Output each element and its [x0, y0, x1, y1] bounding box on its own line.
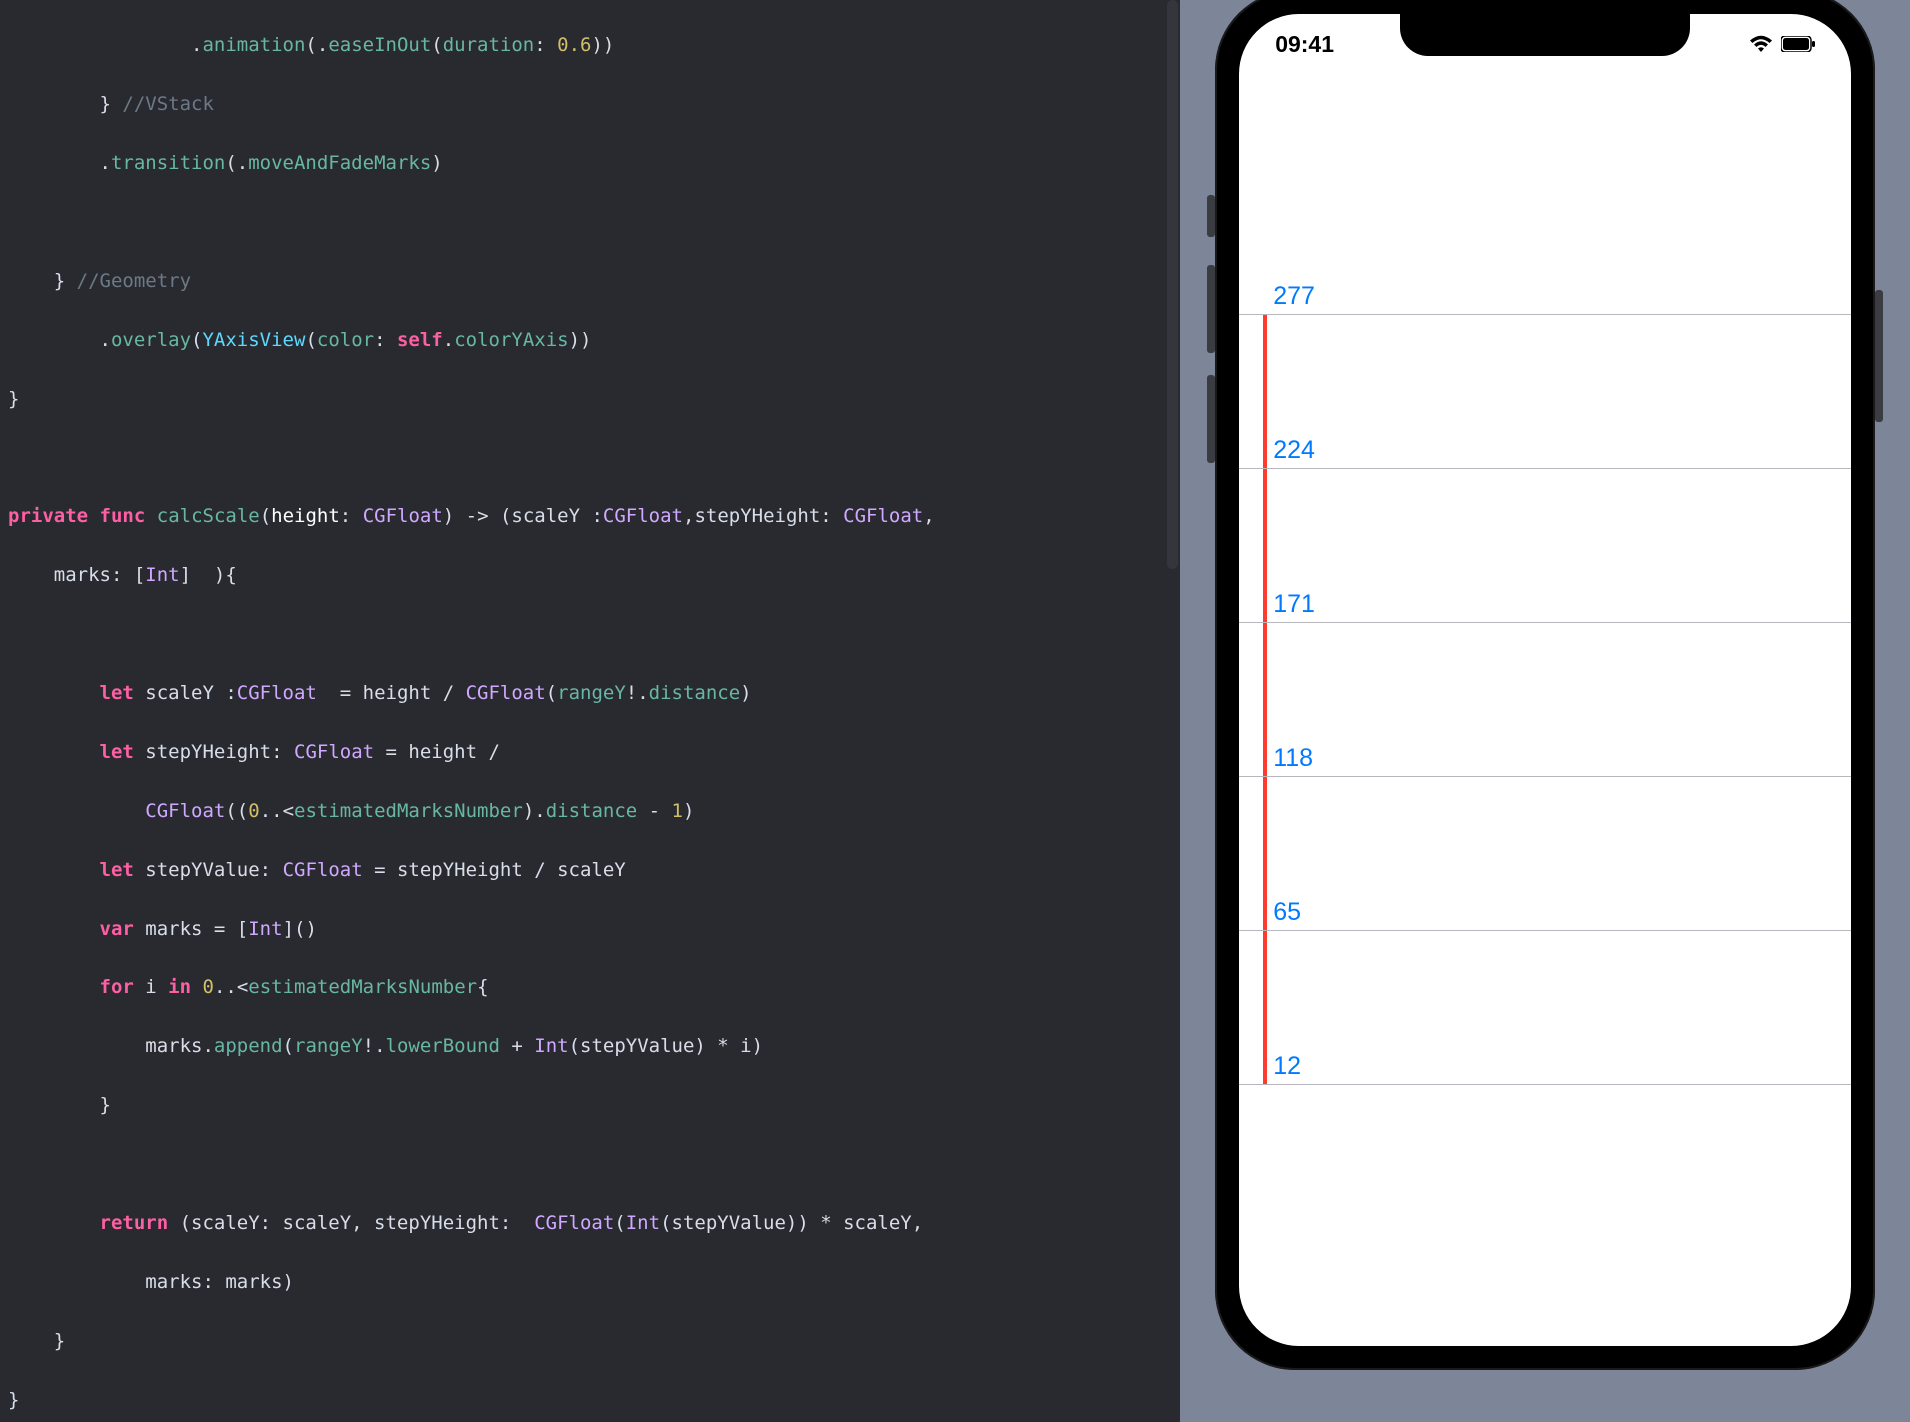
- code-line[interactable]: } //VStack: [8, 90, 1180, 119]
- code-line[interactable]: }: [8, 1327, 1180, 1356]
- code-line[interactable]: marks.append(rangeY!.lowerBound + Int(st…: [8, 1032, 1180, 1061]
- code-line[interactable]: [8, 1150, 1180, 1179]
- code-line[interactable]: .overlay(YAxisView(color: self.colorYAxi…: [8, 326, 1180, 355]
- wifi-icon: [1749, 35, 1773, 53]
- code-line[interactable]: for i in 0..<estimatedMarksNumber{: [8, 973, 1180, 1002]
- y-mark-label: 277: [1273, 282, 1315, 314]
- code-line[interactable]: marks: [Int] ){: [8, 561, 1180, 590]
- notch: [1400, 14, 1690, 56]
- y-axis-line: [1263, 314, 1267, 1084]
- battery-icon: [1781, 36, 1815, 52]
- code-line[interactable]: } //Geometry: [8, 267, 1180, 296]
- y-mark-label: 224: [1273, 436, 1315, 468]
- code-line[interactable]: CGFloat((0..<estimatedMarksNumber).dista…: [8, 797, 1180, 826]
- scrollbar-thumb[interactable]: [1167, 0, 1178, 569]
- iphone-frame: 09:41 277 224 171 118 65 12: [1215, 0, 1875, 1370]
- y-ticker-view: 2772241711186512: [1239, 314, 1851, 1084]
- gridline: [1239, 776, 1851, 777]
- code-line[interactable]: private func calcScale(height: CGFloat) …: [8, 502, 1180, 531]
- status-time: 09:41: [1275, 31, 1334, 58]
- code-line[interactable]: [8, 620, 1180, 649]
- y-mark-label: 65: [1273, 898, 1301, 930]
- gridline: [1239, 622, 1851, 623]
- volume-down-button: [1207, 375, 1215, 463]
- code-line[interactable]: .animation(.easeInOut(duration: 0.6)): [8, 31, 1180, 60]
- volume-up-button: [1207, 265, 1215, 353]
- code-line[interactable]: var marks = [Int](): [8, 915, 1180, 944]
- code-line[interactable]: return (scaleY: scaleY, stepYHeight: CGF…: [8, 1209, 1180, 1238]
- gridline: [1239, 314, 1851, 315]
- iphone-screen[interactable]: 09:41 277 224 171 118 65 12: [1239, 14, 1851, 1346]
- code-line[interactable]: let scaleY :CGFloat = height / CGFloat(r…: [8, 679, 1180, 708]
- editor-scrollbar[interactable]: [1165, 0, 1180, 1422]
- code-line[interactable]: }: [8, 1091, 1180, 1120]
- gridline: [1239, 930, 1851, 931]
- code-line[interactable]: }: [8, 385, 1180, 414]
- gridline: [1239, 468, 1851, 469]
- code-line[interactable]: .transition(.moveAndFadeMarks): [8, 149, 1180, 178]
- y-mark-label: 171: [1273, 590, 1315, 622]
- y-mark-label: 12: [1273, 1052, 1301, 1084]
- code-line[interactable]: marks: marks): [8, 1268, 1180, 1297]
- code-line[interactable]: [8, 208, 1180, 237]
- code-line[interactable]: let stepYHeight: CGFloat = height /: [8, 738, 1180, 767]
- code-line[interactable]: [8, 444, 1180, 473]
- y-mark-label: 118: [1273, 744, 1313, 776]
- code-line[interactable]: let stepYValue: CGFloat = stepYHeight / …: [8, 856, 1180, 885]
- code-editor[interactable]: .animation(.easeInOut(duration: 0.6)) } …: [0, 0, 1180, 1422]
- code-line[interactable]: }: [8, 1386, 1180, 1415]
- preview-pane: 09:41 277 224 171 118 65 12: [1180, 0, 1910, 1422]
- silence-switch: [1207, 195, 1215, 237]
- gridline: [1239, 1084, 1851, 1085]
- power-button: [1875, 290, 1883, 422]
